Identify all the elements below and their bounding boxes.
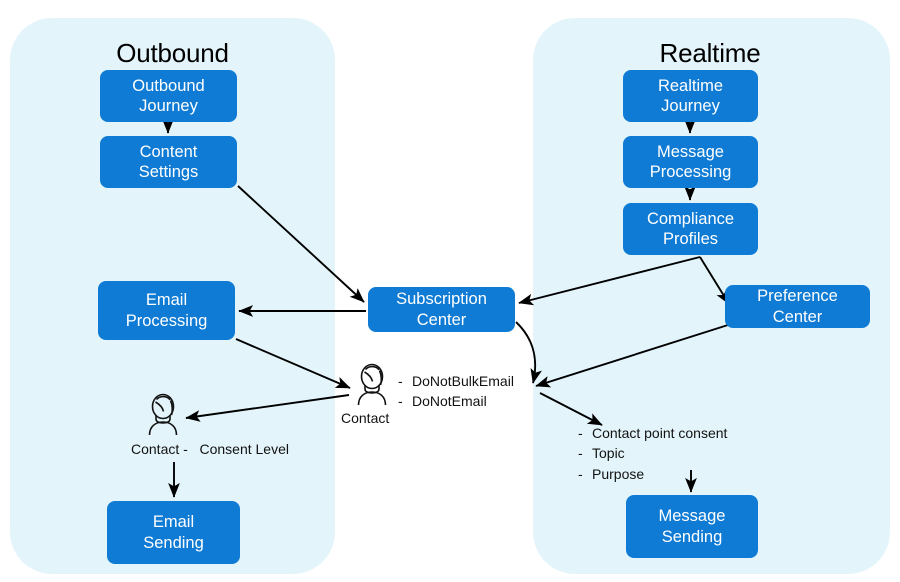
node-email-processing-label: Email Processing [126,290,208,331]
node-compliance-profiles-label: Compliance Profiles [647,209,734,250]
node-line-2: Processing [125,311,208,330]
node-line-1: Message [658,507,726,526]
node-line-2: Journey [661,97,720,115]
list-item: - Contact point consent [578,423,727,443]
node-content-settings[interactable]: Content Settings [100,136,237,188]
diagram-canvas: Outbound Realtime Outbound Journey Conte… [0,0,900,582]
node-line-1: Outbound [132,76,205,95]
node-line-1: Email [152,513,195,532]
node-line-1: Realtime [657,76,724,95]
bullet-dash: - [578,445,583,462]
node-line-1: Preference [757,287,838,306]
node-subscription-center[interactable]: Subscription Center [368,287,515,332]
node-preference-center-label: Preference Center [757,286,838,327]
bullet-dash: - [398,393,403,410]
list-consent-attributes: - Contact point consent - Topic - Purpos… [578,423,727,484]
node-message-sending[interactable]: Message Sending [626,495,758,558]
node-line-2: Settings [138,163,199,181]
list-item: - Topic [578,443,727,463]
list-item: - Purpose [578,464,727,484]
node-subscription-center-label: Subscription Center [396,289,487,330]
list-item-label: Purpose [592,465,645,482]
node-email-sending[interactable]: Email Sending [107,501,240,564]
node-line-2: Sending [143,533,204,552]
node-message-processing[interactable]: Message Processing [623,136,758,188]
node-line-2: Journey [139,97,198,115]
caption-contact: Contact [341,410,390,426]
node-line-1: Content [139,142,198,161]
node-email-processing[interactable]: Email Processing [98,281,235,340]
list-item-label: Topic [592,445,625,462]
person-icon [143,393,183,437]
node-email-sending-label: Email Sending [143,512,204,553]
caption-contact-consent-level: Contact - Consent Level [131,441,289,457]
person-icon [352,363,392,407]
node-realtime-journey[interactable]: Realtime Journey [623,70,758,122]
node-compliance-profiles[interactable]: Compliance Profiles [623,203,758,255]
list-item-label: Contact point consent [592,425,728,441]
node-line-2: Profiles [662,230,719,248]
list-item-label: DoNotEmail [412,393,487,410]
bullet-dash: - [398,373,403,389]
node-line-2: Center [416,310,467,329]
node-line-2: Processing [649,163,732,181]
list-item: - DoNotBulkEmail [398,371,514,391]
node-line-2: Center [772,307,823,326]
node-line-2: Sending [661,527,723,546]
node-line-1: Message [657,142,724,161]
node-outbound-journey[interactable]: Outbound Journey [100,70,237,122]
list-item: - DoNotEmail [398,391,514,411]
node-line-1: Compliance [646,209,735,228]
node-preference-center[interactable]: Preference Center [725,285,870,328]
list-do-not-flags: - DoNotBulkEmail - DoNotEmail [398,371,514,412]
node-realtime-journey-label: Realtime Journey [658,76,723,117]
node-line-1: Email [145,291,188,310]
node-content-settings-label: Content Settings [139,142,199,183]
node-outbound-journey-label: Outbound Journey [132,76,204,117]
panel-title-realtime: Realtime [659,38,761,68]
node-message-sending-label: Message Sending [659,506,726,547]
bullet-dash: - [578,425,583,441]
panel-title-outbound: Outbound [116,38,229,68]
list-item-label: DoNotBulkEmail [412,373,514,389]
node-message-processing-label: Message Processing [650,142,732,183]
node-line-1: Subscription [396,290,487,309]
bullet-dash: - [578,465,583,482]
